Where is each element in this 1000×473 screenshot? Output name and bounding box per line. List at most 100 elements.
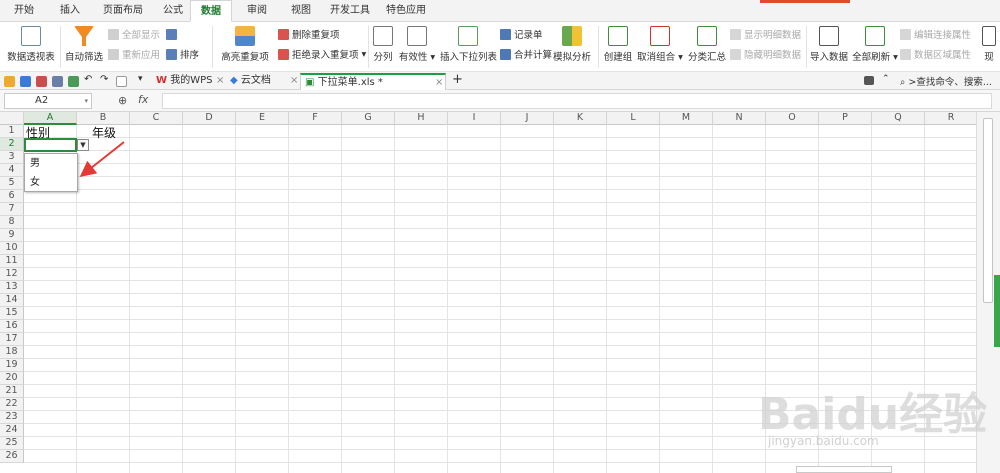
zoom-icon[interactable]: ⊕ [118,94,127,107]
column-header[interactable]: H [395,112,448,125]
row-header[interactable]: 22 [0,398,24,411]
tab-special-apps[interactable]: 特色应用 [378,0,434,22]
tab-my-wps[interactable]: W 我的WPS × [152,73,226,90]
fx-icon[interactable]: fx [138,93,148,106]
column-header[interactable]: F [289,112,342,125]
tab-insert[interactable]: 插入 [48,0,92,22]
tab-developer[interactable]: 开发工具 [324,0,376,22]
hide-detail-button[interactable]: 隐藏明细数据 [730,47,801,61]
what-if-button[interactable]: 模拟分析 [552,24,592,63]
ungroup-button[interactable]: 取消组合 ▾ [636,24,684,63]
row-header[interactable]: 17 [0,333,24,346]
column-header[interactable]: D [183,112,236,125]
column-header[interactable]: R [925,112,976,125]
format-icon[interactable] [116,76,127,87]
open-folder-icon[interactable] [4,76,15,87]
column-header[interactable]: N [713,112,766,125]
column-header[interactable]: M [660,112,713,125]
records-label: 记录单 [514,30,543,41]
row-header[interactable]: 13 [0,281,24,294]
close-icon[interactable]: × [290,73,298,89]
print-icon[interactable] [52,76,63,87]
save-icon[interactable] [20,76,31,87]
edit-links-button[interactable]: 编辑连接属性 [900,27,971,41]
row-header[interactable]: 26 [0,450,24,463]
ribbon-overflow-button[interactable]: 现 [978,24,1000,63]
export-pdf-icon[interactable] [36,76,47,87]
column-header[interactable]: O [766,112,819,125]
new-tab-button[interactable]: + [448,73,464,90]
row-header[interactable]: 18 [0,346,24,359]
close-icon[interactable]: × [435,75,443,91]
highlight-duplicates-button[interactable]: 高亮重复项 [216,24,274,63]
chevron-up-icon[interactable]: ⌃ [882,75,893,86]
vertical-scroll-thumb[interactable] [983,118,993,303]
column-header[interactable]: I [448,112,501,125]
row-header[interactable]: 16 [0,320,24,333]
column-header[interactable]: K [554,112,607,125]
row-header[interactable]: 7 [0,203,24,216]
close-icon[interactable]: × [216,73,224,89]
row-header[interactable]: 20 [0,372,24,385]
print-preview-icon[interactable] [68,76,79,87]
refresh-all-button[interactable]: 全部刷新 ▾ [852,24,898,63]
column-header[interactable]: P [819,112,872,125]
column-header[interactable]: E [236,112,289,125]
tab-home[interactable]: 开始 [0,0,48,22]
column-header[interactable]: L [607,112,660,125]
row-header[interactable]: 12 [0,268,24,281]
range-properties-button[interactable]: 数据区域属性 [900,47,971,61]
show-detail-button[interactable]: 显示明细数据 [730,27,801,41]
row-header[interactable]: 21 [0,385,24,398]
row-header[interactable]: 19 [0,359,24,372]
autofilter-button[interactable]: 自动筛选 [64,24,104,63]
chevron-down-icon[interactable]: ▾ [138,75,149,86]
consolidate-button[interactable]: 合并计算 [500,47,552,61]
row-header[interactable]: 24 [0,424,24,437]
subtotal-button[interactable]: 分类汇总 [688,24,726,63]
column-header[interactable]: G [342,112,395,125]
show-all-button[interactable]: 全部显示 [108,27,160,41]
row-header[interactable]: 10 [0,242,24,255]
tab-dropdown-xls[interactable]: ▣ 下拉菜单.xls * × [300,73,446,90]
insert-dropdown-button[interactable]: 插入下拉列表 [440,24,497,63]
row-header[interactable]: 8 [0,216,24,229]
consolidate-icon [500,48,511,60]
row-header[interactable]: 15 [0,307,24,320]
records-button[interactable]: 记录单 [500,27,543,41]
tab-cloud-docs[interactable]: ◆ 云文档 × [226,73,300,90]
ribbon-divider [368,26,369,68]
pivot-table-button[interactable]: 数据透视表 [4,24,58,63]
column-header[interactable]: J [501,112,554,125]
command-search[interactable]: ⌕ >查找命令、搜索... [900,74,992,88]
tab-view[interactable]: 视图 [280,0,322,22]
row-header[interactable]: 9 [0,229,24,242]
import-data-button[interactable]: 导入数据 [808,24,850,63]
tab-page-layout[interactable]: 页面布局 [92,0,154,22]
formula-input[interactable] [162,93,992,109]
delete-duplicates-button[interactable]: 删除重复项 [278,27,340,41]
split-columns-button[interactable]: 分列 [370,24,396,63]
row-header[interactable]: 25 [0,437,24,450]
redo-icon[interactable]: ↷ [100,75,111,86]
horizontal-scroll-thumb[interactable] [796,466,892,473]
reject-duplicates-button[interactable]: 拒绝录入重复项 ▾ [278,47,366,61]
validity-button[interactable]: 有效性 ▾ [398,24,436,63]
sort-button[interactable]: 排序 [166,47,199,61]
reapply-button[interactable]: 重新应用 [108,47,160,61]
sort-az-button[interactable] [166,27,180,41]
tab-review[interactable]: 审阅 [236,0,278,22]
row-header[interactable]: 23 [0,411,24,424]
row-header[interactable]: 11 [0,255,24,268]
autofilter-label: 自动筛选 [64,52,103,63]
column-header[interactable]: Q [872,112,925,125]
name-box[interactable]: A2 ▾ [4,93,92,109]
create-group-button[interactable]: 创建组 [602,24,634,63]
row-header[interactable]: 14 [0,294,24,307]
side-panel-handle[interactable] [994,275,1000,347]
feedback-icon[interactable] [864,76,874,85]
undo-icon[interactable]: ↶ [84,75,95,86]
tab-formulas[interactable]: 公式 [154,0,192,22]
red-annotation-arrow [79,141,125,177]
tab-data[interactable]: 数据 [190,0,232,22]
